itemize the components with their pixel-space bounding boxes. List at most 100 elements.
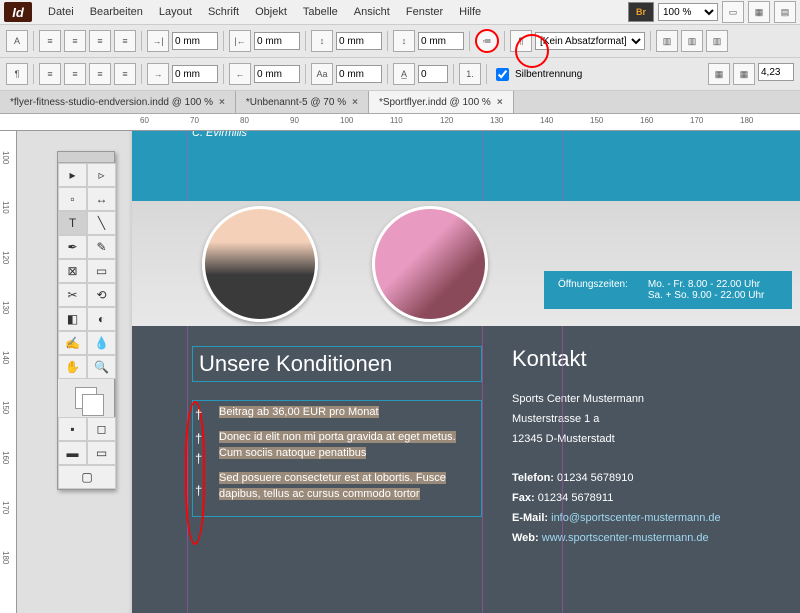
- indent-right-input[interactable]: [254, 32, 300, 50]
- doc-tab[interactable]: *Sportflyer.indd @ 100 %×: [369, 91, 514, 113]
- menu-bearbeiten[interactable]: Bearbeiten: [82, 2, 151, 22]
- apply-none-icon[interactable]: ◻: [87, 417, 116, 441]
- gradient-tool-icon[interactable]: ◧: [58, 307, 87, 331]
- align-justify-icon[interactable]: ≡: [114, 30, 136, 52]
- input[interactable]: [254, 65, 300, 83]
- screen-mode-icon[interactable]: ▢: [58, 465, 116, 489]
- body-text: Sed posuere consectetur est at lobortis.…: [219, 472, 446, 499]
- menu-fenster[interactable]: Fenster: [398, 2, 451, 22]
- rect-tool-icon[interactable]: ▭: [87, 259, 116, 283]
- doc-tab[interactable]: *flyer-fitness-studio-endversion.indd @ …: [0, 91, 236, 113]
- body-text: Beitrag ab 36,00 EUR pro Monat: [219, 406, 379, 418]
- input[interactable]: [172, 65, 218, 83]
- apply-color-icon[interactable]: ▪: [58, 417, 87, 441]
- space-before-input[interactable]: [336, 32, 382, 50]
- close-icon[interactable]: ×: [219, 97, 225, 108]
- columns-icon[interactable]: ▥: [681, 30, 703, 52]
- numbering-icon[interactable]: 1.: [459, 63, 481, 85]
- space-icon[interactable]: ↕: [393, 30, 415, 52]
- zoom-tool-icon[interactable]: 🔍: [87, 355, 116, 379]
- horizontal-ruler[interactable]: 60708090100110120130140150160170180: [0, 114, 800, 131]
- grid-icon[interactable]: ▦: [733, 63, 755, 85]
- indent-icon[interactable]: ←: [229, 63, 251, 85]
- indent-icon[interactable]: |←: [229, 30, 251, 52]
- label: Telefon:: [512, 472, 554, 484]
- grid-icon[interactable]: ▦: [708, 63, 730, 85]
- close-icon[interactable]: ×: [497, 97, 503, 108]
- direct-select-tool-icon[interactable]: ▹: [87, 163, 116, 187]
- canvas[interactable]: ▸ ▹ ▫ ↔ T ╲ ✒ ✎ ⊠ ▭ ✂ ⟲ ◧ ◐ ✍ 💧 ✋ 🔍: [17, 131, 800, 613]
- conditions-column: Unsere Konditionen †††† Beitrag ab 36,00…: [192, 346, 482, 613]
- gap-tool-icon[interactable]: ↔: [87, 187, 116, 211]
- note-tool-icon[interactable]: ✍: [58, 331, 87, 355]
- indent-left-input[interactable]: [172, 32, 218, 50]
- hand-tool-icon[interactable]: ✋: [58, 355, 87, 379]
- panel-grip[interactable]: [58, 152, 114, 163]
- page-tool-icon[interactable]: ▫: [58, 187, 87, 211]
- vertical-ruler[interactable]: 100110120130140150160170180: [0, 131, 17, 613]
- align-icon[interactable]: ≡: [64, 63, 86, 85]
- line-tool-icon[interactable]: ╲: [87, 211, 116, 235]
- pencil-tool-icon[interactable]: ✎: [87, 235, 116, 259]
- document-tabs: *flyer-fitness-studio-endversion.indd @ …: [0, 91, 800, 114]
- menu-layout[interactable]: Layout: [151, 2, 200, 22]
- fill-stroke-swatch[interactable]: [58, 379, 114, 417]
- align-right-icon[interactable]: ≡: [89, 30, 111, 52]
- dropcap-icon[interactable]: A̲: [393, 63, 415, 85]
- space-after-input[interactable]: [418, 32, 464, 50]
- close-icon[interactable]: ×: [352, 97, 358, 108]
- view-icon[interactable]: ▭: [722, 1, 744, 23]
- mode-icon[interactable]: ▬: [58, 441, 87, 465]
- mode-icon[interactable]: ▭: [87, 441, 116, 465]
- type-tool-icon[interactable]: T: [58, 211, 87, 235]
- menu-tabelle[interactable]: Tabelle: [295, 2, 346, 22]
- bullets-button[interactable]: ≔: [475, 29, 499, 53]
- align-icon[interactable]: ≡: [89, 63, 111, 85]
- value-input[interactable]: [758, 63, 794, 81]
- doc-tab[interactable]: *Unbenannt-5 @ 70 %×: [236, 91, 369, 113]
- menu-schrift[interactable]: Schrift: [200, 2, 247, 22]
- view-icon[interactable]: ▤: [774, 1, 796, 23]
- bridge-button[interactable]: Br: [628, 2, 654, 22]
- frame-tool-icon[interactable]: ⊠: [58, 259, 87, 283]
- space-icon[interactable]: ↕: [311, 30, 333, 52]
- hyphenation-checkbox[interactable]: Silbentrennung: [492, 65, 582, 84]
- eyedropper-tool-icon[interactable]: 💧: [87, 331, 116, 355]
- view-icon[interactable]: ▦: [748, 1, 770, 23]
- para-icon[interactable]: ¶: [510, 30, 532, 52]
- menu-datei[interactable]: Datei: [40, 2, 82, 22]
- document-page[interactable]: isque convercepses continiterit ver ris …: [132, 131, 800, 613]
- para-mode-icon[interactable]: ¶: [6, 63, 28, 85]
- scissors-tool-icon[interactable]: ✂: [58, 283, 87, 307]
- hours-line: Mo. - Fr. 8.00 - 22.00 Uhr: [648, 279, 764, 290]
- align-center-icon[interactable]: ≡: [64, 30, 86, 52]
- input[interactable]: [336, 65, 382, 83]
- zoom-select[interactable]: 100 %: [658, 3, 718, 21]
- menu-hilfe[interactable]: Hilfe: [451, 2, 489, 22]
- control-panel-2: ¶ ≡ ≡ ≡ ≡ → ← Aa A̲ 1. Silbentrennung ▦ …: [0, 58, 800, 91]
- align-icon[interactable]: ≡: [39, 63, 61, 85]
- section-heading[interactable]: Unsere Konditionen: [192, 346, 482, 382]
- char-mode-icon[interactable]: A: [6, 30, 28, 52]
- para-style-select[interactable]: [Kein Absatzformat]: [535, 32, 645, 50]
- menu-objekt[interactable]: Objekt: [247, 2, 295, 22]
- hours-box: Öffnungszeiten: Mo. - Fr. 8.00 - 22.00 U…: [544, 271, 792, 309]
- header-band: isque convercepses continiterit ver ris …: [132, 131, 800, 201]
- text-frame[interactable]: †††† Beitrag ab 36,00 EUR pro Monat Done…: [192, 400, 482, 517]
- columns-icon[interactable]: ▥: [706, 30, 728, 52]
- transform-tool-icon[interactable]: ⟲: [87, 283, 116, 307]
- feather-tool-icon[interactable]: ◐: [87, 307, 116, 331]
- indent-icon[interactable]: →: [147, 63, 169, 85]
- tools-panel[interactable]: ▸ ▹ ▫ ↔ T ╲ ✒ ✎ ⊠ ▭ ✂ ⟲ ◧ ◐ ✍ 💧 ✋ 🔍: [57, 151, 115, 490]
- baseline-icon[interactable]: Aa: [311, 63, 333, 85]
- indent-icon[interactable]: →|: [147, 30, 169, 52]
- input[interactable]: [418, 65, 448, 83]
- align-left-icon[interactable]: ≡: [39, 30, 61, 52]
- body-text: Donec id elit non mi porta gravida at eg…: [219, 431, 456, 458]
- pen-tool-icon[interactable]: ✒: [58, 235, 87, 259]
- align-icon[interactable]: ≡: [114, 63, 136, 85]
- columns-icon[interactable]: ▥: [656, 30, 678, 52]
- selection-tool-icon[interactable]: ▸: [58, 163, 87, 187]
- contact-block: Sports Center Mustermann Musterstrasse 1…: [512, 390, 752, 548]
- menu-ansicht[interactable]: Ansicht: [346, 2, 398, 22]
